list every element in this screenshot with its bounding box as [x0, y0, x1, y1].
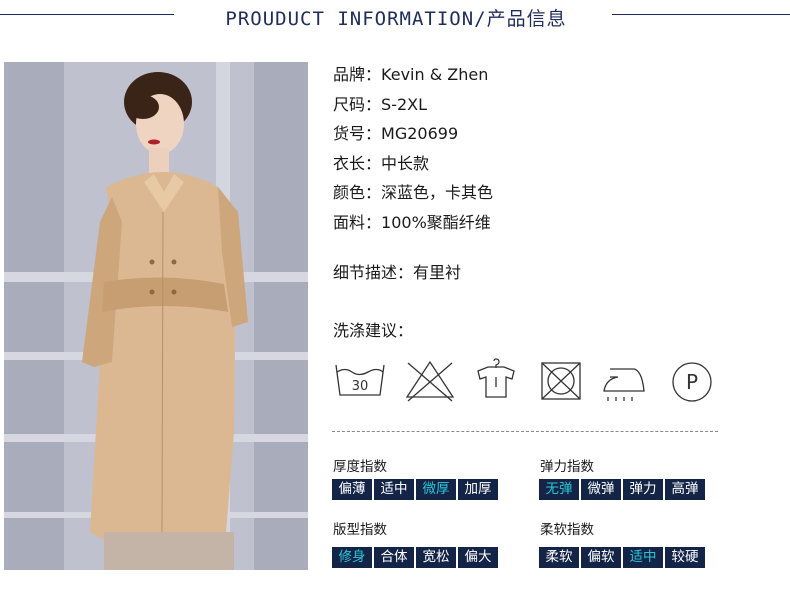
- spec-value: MG20699: [381, 124, 459, 144]
- spec-row-size: 尺码：S-2XL: [333, 93, 493, 123]
- page-title: PROUDUCT INFORMATION/产品信息: [225, 8, 567, 30]
- fit-option: 偏大: [458, 547, 498, 568]
- iron-icon: [598, 357, 654, 407]
- fit-option-selected: 修身: [332, 547, 372, 568]
- fit-option: 合体: [374, 547, 414, 568]
- spec-row-length: 衣长：中长款: [333, 152, 493, 182]
- spec-colon: ：: [365, 212, 382, 232]
- wash-temperature: 30: [352, 379, 369, 394]
- spec-row-color: 颜色：深蓝色，卡其色: [333, 181, 493, 211]
- softness-index-title: 柔软指数: [540, 522, 594, 538]
- detail-label: 细节描述: [333, 263, 398, 282]
- spec-label: 衣长: [333, 153, 366, 173]
- softness-option: 偏软: [581, 547, 621, 568]
- spec-label: 货号: [333, 124, 366, 144]
- dry-clean-p-icon: P: [664, 357, 720, 407]
- softness-option: 较硬: [665, 547, 705, 568]
- thickness-index-title: 厚度指数: [333, 459, 387, 475]
- thickness-option: 适中: [374, 479, 414, 500]
- no-bleach-icon: [402, 357, 458, 407]
- spec-colon: ：: [365, 183, 382, 203]
- header-rule-right: [612, 14, 790, 15]
- spec-list: 品牌：Kevin & Zhen 尺码：S-2XL 货号：MG20699 衣长：中…: [333, 63, 493, 241]
- spec-row-fabric: 面料：100%聚酯纤维: [333, 211, 493, 241]
- hang-dry-icon: [468, 357, 524, 407]
- section-divider: [332, 431, 718, 432]
- softness-option: 柔软: [539, 547, 579, 568]
- spec-value: 中长款: [381, 153, 430, 173]
- spec-value: 100%聚酯纤维: [381, 212, 491, 232]
- spec-colon: ：: [365, 124, 382, 144]
- spec-colon: ：: [365, 65, 382, 84]
- thickness-option: 加厚: [458, 479, 498, 500]
- spec-label: 颜色: [333, 183, 366, 203]
- spec-value: Kevin & Zhen: [381, 65, 489, 84]
- elasticity-index-scale: 无弹 微弹 弹力 高弹: [539, 479, 707, 500]
- fit-option: 宽松: [416, 547, 456, 568]
- spec-label: 面料: [333, 212, 366, 232]
- elasticity-index-title: 弹力指数: [540, 459, 594, 475]
- no-tumble-dry-icon: [534, 357, 590, 407]
- thickness-option: 偏薄: [332, 479, 372, 500]
- fit-index-scale: 修身 合体 宽松 偏大: [332, 547, 500, 568]
- care-title: 洗涤建议：: [333, 321, 414, 340]
- spec-colon: ：: [365, 153, 382, 173]
- spec-label: 尺码: [333, 94, 366, 114]
- spec-colon: ：: [365, 94, 382, 114]
- detail-description: 细节描述：有里衬: [333, 259, 461, 283]
- softness-option-selected: 适中: [623, 547, 663, 568]
- elasticity-option: 微弹: [581, 479, 621, 500]
- header-rule-left: [0, 14, 174, 15]
- spec-label: 品牌: [333, 65, 366, 84]
- spec-row-item-number: 货号：MG20699: [333, 122, 493, 152]
- detail-colon: ：: [397, 263, 414, 282]
- elasticity-option: 高弹: [665, 479, 705, 500]
- softness-index-scale: 柔软 偏软 适中 较硬: [539, 547, 707, 568]
- spec-value: S-2XL: [381, 94, 428, 114]
- spec-row-brand: 品牌：Kevin & Zhen: [333, 63, 493, 93]
- thickness-option-selected: 微厚: [416, 479, 456, 500]
- wash-30-icon: 30: [332, 357, 388, 407]
- elasticity-option: 弹力: [623, 479, 663, 500]
- product-photo: [4, 62, 308, 570]
- thickness-index-scale: 偏薄 适中 微厚 加厚: [332, 479, 500, 500]
- detail-value: 有里衬: [413, 263, 462, 282]
- spec-value: 深蓝色，卡其色: [381, 183, 494, 203]
- fit-index-title: 版型指数: [333, 522, 387, 538]
- elasticity-option-selected: 无弹: [539, 479, 579, 500]
- dry-clean-letter: P: [686, 370, 698, 394]
